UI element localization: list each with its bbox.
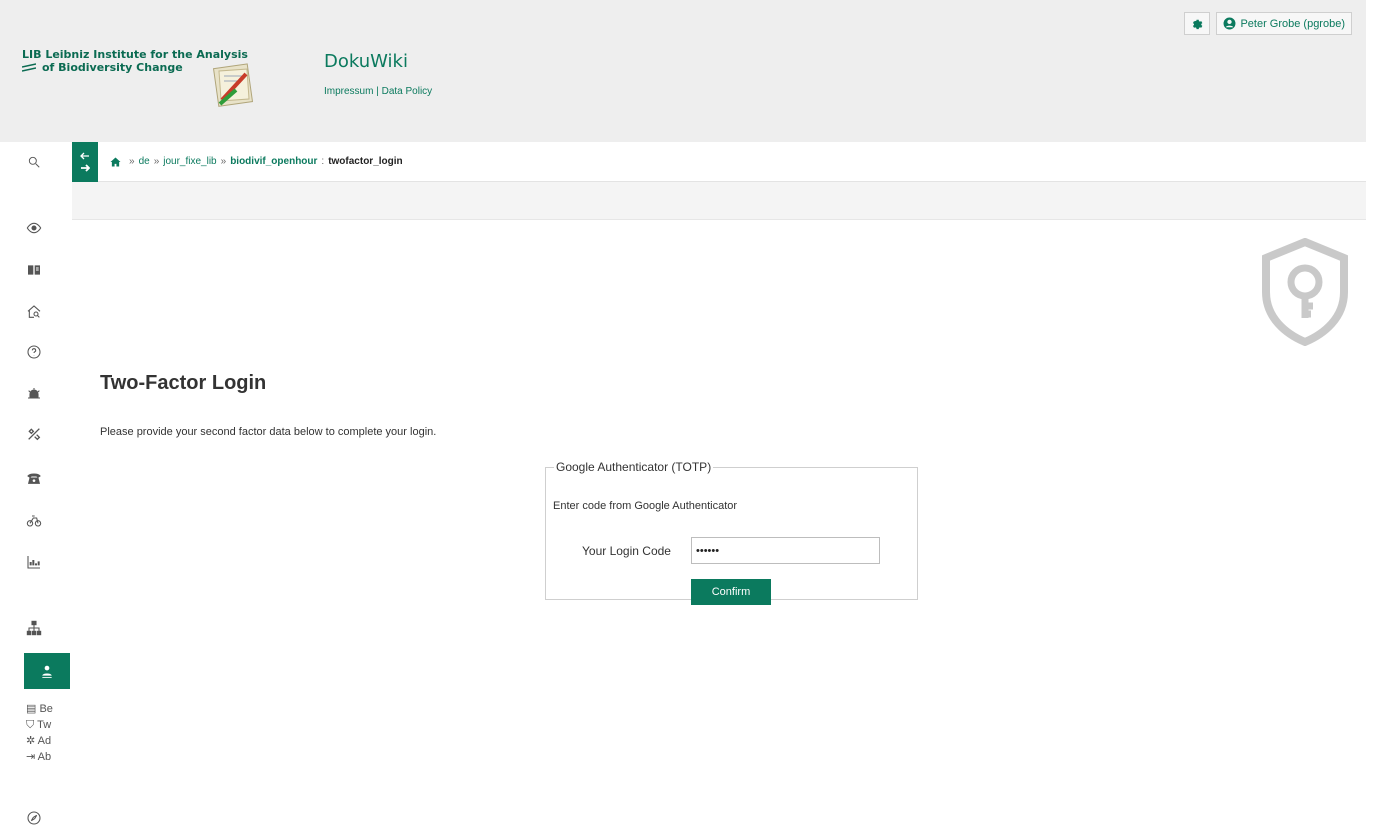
logout-icon: ⇥ [26,751,36,763]
site-title[interactable]: DokuWiki [324,51,408,72]
wave-icon [22,62,36,72]
breadcrumb-colon: : [321,156,325,167]
sitemap-icon[interactable] [24,618,44,638]
breadcrumb-separator: » [220,156,227,167]
sidebar-sub-item[interactable]: ▤ Be [26,701,70,717]
page-intro: Please provide your second factor data b… [100,426,437,438]
data-policy-link[interactable]: Data Policy [382,86,433,97]
shield-key-icon [1262,238,1348,346]
sidebar-sub-item[interactable]: ⛉ Tw [26,717,70,733]
site-header: Peter Grobe (pgrobe) LIB Leibniz Institu… [0,0,1366,142]
home-icon[interactable] [110,156,121,167]
user-tools-tab[interactable] [24,653,70,689]
help-icon[interactable] [24,342,44,362]
home-search-icon[interactable] [24,302,44,322]
compass-icon[interactable] [24,808,44,828]
login-code-label: Your Login Code [582,544,671,558]
bike-icon[interactable] [24,510,44,530]
totp-fieldset: Google Authenticator (TOTP) Enter code f… [545,460,918,605]
sidebar-toggle-button[interactable] [72,142,98,182]
search-icon[interactable] [24,152,44,172]
breadcrumb: » de » jour_fixe_lib » biodivif_openhour… [98,142,1366,182]
sidebar-sub-item[interactable]: ⇥ Ab [26,749,70,765]
profile-button[interactable]: Peter Grobe (pgrobe) [1216,12,1352,35]
dokuwiki-logo [212,63,254,107]
breadcrumb-item[interactable]: jour_fixe_lib [163,156,216,167]
id-card-icon: ▤ [26,703,37,715]
page-toolbar [72,182,1366,220]
tools-icon[interactable] [24,424,44,444]
login-code-input[interactable] [691,537,880,564]
book-icon[interactable] [24,260,44,280]
site-links: Impressum | Data Policy [324,86,432,97]
breadcrumb-separator: » [153,156,160,167]
gear-icon: ✲ [26,735,36,747]
shield-icon: ⛉ [26,719,35,731]
totp-legend: Google Authenticator (TOTP) [556,460,712,474]
page-title: Two-Factor Login [100,372,267,394]
user-circle-icon [1223,17,1236,30]
breadcrumb-item[interactable]: de [139,156,150,167]
breadcrumb-item[interactable]: biodivif_openhour [230,156,317,167]
alarm-icon[interactable] [24,384,44,404]
user-icon [42,665,52,678]
totp-instruction: Enter code from Google Authenticator [553,500,738,512]
link-separator: | [373,86,382,97]
admin-button[interactable] [1184,12,1211,35]
phone-icon[interactable] [24,468,44,488]
breadcrumb-current: twofactor_login [328,156,403,167]
impressum-link[interactable]: Impressum [324,86,373,97]
user-tools: Peter Grobe (pgrobe) [1184,12,1352,35]
arrow-left-icon [80,152,89,160]
institute-line2: of Biodiversity Change [42,61,183,74]
gear-icon [1193,19,1203,29]
confirm-button[interactable]: Confirm [691,579,771,605]
sidebar-sub-item[interactable]: ✲ Ad [26,733,70,749]
chart-icon[interactable] [24,552,44,572]
eye-icon[interactable] [24,218,44,238]
breadcrumb-separator: » [129,156,135,167]
user-name: Peter Grobe (pgrobe) [1240,17,1345,30]
left-sidebar: ▤ Be ⛉ Tw ✲ Ad ⇥ Ab [0,142,72,832]
arrow-right-icon [81,164,90,172]
